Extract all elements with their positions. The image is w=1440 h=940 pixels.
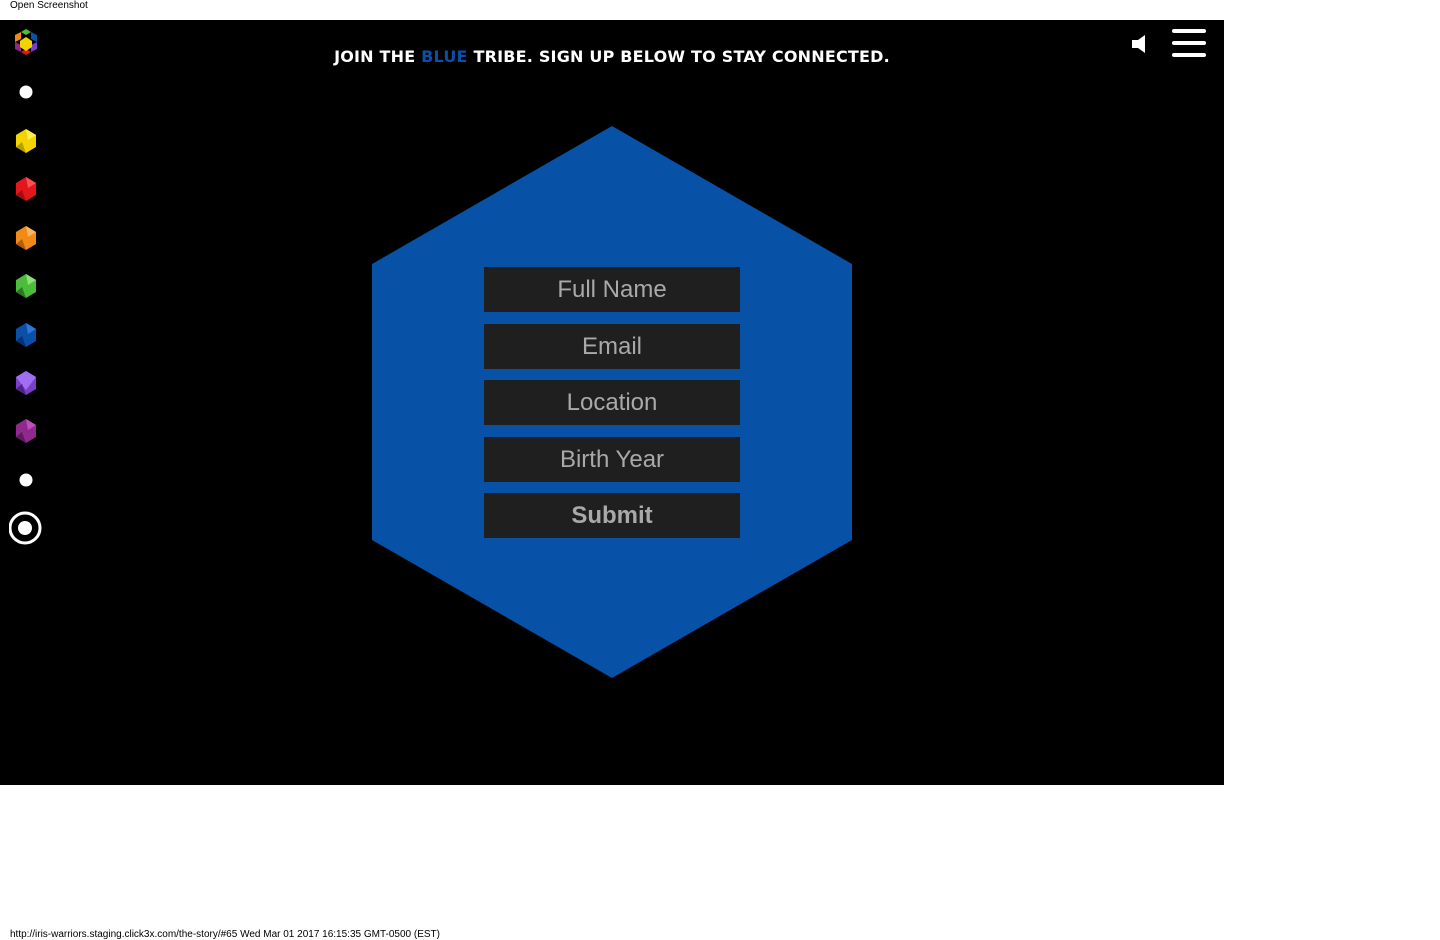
nav-item-dot-top[interactable] bbox=[9, 75, 43, 109]
blue-gem-icon bbox=[16, 323, 36, 347]
white-dot-icon bbox=[19, 85, 33, 99]
email-input[interactable] bbox=[484, 323, 740, 369]
purple-gem-icon bbox=[16, 419, 36, 443]
headline-accent: BLUE bbox=[421, 47, 468, 66]
full-name-input[interactable] bbox=[484, 267, 740, 312]
nav-item-dot-bottom[interactable] bbox=[9, 463, 43, 497]
submit-button[interactable]: Submit bbox=[484, 493, 740, 538]
nav-item-orange[interactable] bbox=[9, 221, 43, 255]
nav-item-home[interactable] bbox=[9, 27, 43, 61]
hamburger-menu-icon bbox=[1172, 29, 1206, 57]
red-gem-icon bbox=[16, 177, 36, 201]
signup-hexagon: Submit bbox=[372, 126, 852, 678]
nav-item-target[interactable] bbox=[9, 511, 43, 545]
green-gem-icon bbox=[16, 274, 36, 298]
app-stage: JOIN THE BLUE TRIBE. SIGN UP BELOW TO ST… bbox=[0, 20, 1224, 785]
speaker-icon bbox=[1132, 35, 1145, 53]
violet-gem-icon bbox=[16, 371, 36, 395]
signup-form: Submit bbox=[484, 267, 740, 538]
yellow-gem-icon bbox=[16, 129, 36, 153]
nav-item-green[interactable] bbox=[9, 269, 43, 303]
headline-prefix: JOIN THE bbox=[334, 47, 422, 66]
nav-item-purple[interactable] bbox=[9, 414, 43, 448]
location-input[interactable] bbox=[484, 380, 740, 425]
nav-item-red[interactable] bbox=[9, 172, 43, 206]
side-navigation bbox=[0, 20, 52, 785]
nav-item-blue[interactable] bbox=[9, 318, 43, 352]
screenshot-title: Open Screenshot bbox=[10, 0, 88, 11]
page-headline: JOIN THE BLUE TRIBE. SIGN UP BELOW TO ST… bbox=[0, 47, 1224, 66]
headline-suffix: TRIBE. SIGN UP BELOW TO STAY CONNECTED. bbox=[467, 47, 890, 66]
target-ring-icon bbox=[9, 511, 42, 545]
nav-item-violet[interactable] bbox=[9, 366, 43, 400]
white-dot-icon bbox=[19, 473, 33, 487]
nav-item-yellow[interactable] bbox=[9, 124, 43, 158]
page-url-timestamp: http://iris-warriors.staging.click3x.com… bbox=[10, 929, 440, 940]
multicolor-logo-icon bbox=[15, 29, 37, 55]
orange-gem-icon bbox=[16, 226, 36, 250]
menu-button[interactable] bbox=[1170, 27, 1208, 59]
sound-toggle-button[interactable] bbox=[1130, 33, 1152, 55]
birth-year-input[interactable] bbox=[484, 436, 740, 482]
